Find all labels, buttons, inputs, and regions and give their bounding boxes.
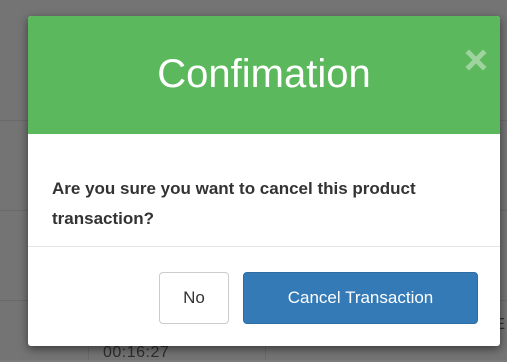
cancel-transaction-button[interactable]: Cancel Transaction — [243, 272, 478, 324]
confirmation-dialog: Confimation Are you sure you want to can… — [28, 16, 500, 346]
background-time-cell: 00:16:27 — [103, 344, 170, 361]
dialog-title: Confimation — [157, 52, 371, 96]
dialog-footer: No Cancel Transaction — [28, 247, 500, 346]
dialog-header: Confimation — [28, 16, 500, 134]
dialog-body: Are you sure you want to cancel this pro… — [28, 134, 500, 247]
dialog-message: Are you sure you want to cancel this pro… — [52, 179, 416, 228]
close-button[interactable] — [464, 48, 488, 72]
close-icon — [465, 49, 487, 71]
no-button[interactable]: No — [159, 272, 229, 324]
